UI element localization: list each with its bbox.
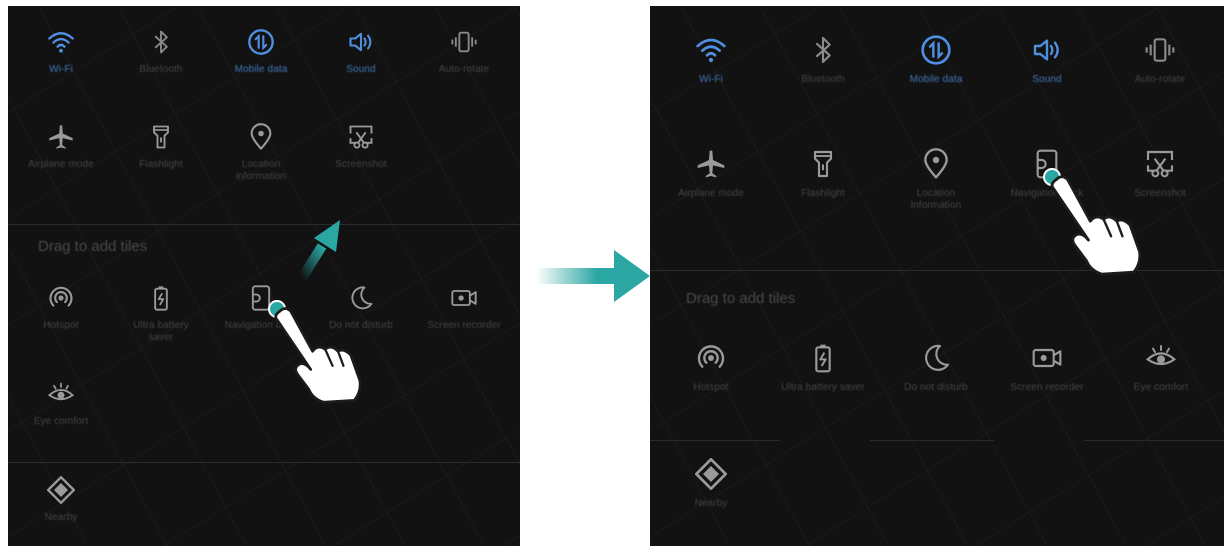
screen-recorder-icon	[1031, 342, 1063, 374]
tile-label: Location information	[910, 188, 962, 211]
tile-screen-recorder[interactable]: Screen recorder	[1007, 342, 1087, 394]
divider	[650, 440, 780, 441]
mobile-data-icon	[247, 28, 275, 56]
tile-label: Wi-Fi	[699, 74, 723, 85]
wifi-icon	[695, 34, 727, 66]
tile-flashlight[interactable]: Flashlight	[126, 123, 196, 171]
tile-label: Mobile data	[909, 74, 963, 85]
hotspot-icon	[695, 342, 727, 374]
tile-auto-rotate[interactable]: Auto-rotate	[426, 28, 502, 76]
divider	[870, 440, 994, 441]
location-icon	[247, 123, 275, 151]
battery-saver-icon	[807, 342, 839, 374]
tile-label: Bluetooth	[801, 74, 845, 85]
tile-label: Auto-rotate	[438, 64, 490, 75]
tile-label: Do not disturb	[904, 382, 968, 393]
tile-location[interactable]: Location information	[891, 148, 981, 212]
moon-icon	[920, 342, 952, 374]
tile-bluetooth[interactable]: Bluetooth	[788, 34, 858, 86]
tile-location[interactable]: Location information	[221, 123, 301, 183]
divider	[8, 462, 520, 463]
bluetooth-icon	[147, 28, 175, 56]
tile-label: Auto-rotate	[1134, 74, 1186, 85]
bluetooth-icon	[807, 34, 839, 66]
hotspot-icon	[47, 284, 75, 312]
section-title: Drag to add tiles	[38, 238, 148, 255]
tile-label: Screen recorder	[427, 320, 501, 331]
mobile-data-icon	[920, 34, 952, 66]
screen-recorder-icon	[450, 284, 478, 312]
divider	[1084, 440, 1224, 441]
tile-ultra-battery-saver[interactable]: Ultra battery saver	[778, 342, 868, 394]
wifi-icon	[47, 28, 75, 56]
tile-label: Hotspot	[693, 382, 729, 393]
hand-pointer-icon	[272, 304, 364, 404]
hand-pointer-icon	[1048, 172, 1144, 276]
tile-nearby[interactable]: Nearby	[26, 476, 96, 524]
screenshot-icon	[1144, 148, 1176, 180]
tile-ultra-battery-saver[interactable]: Ultra battery saver	[121, 284, 201, 344]
tile-eye-comfort[interactable]: Eye comfort	[21, 380, 101, 428]
tile-sound[interactable]: Sound	[1012, 34, 1082, 86]
tile-label: Nearby	[44, 512, 78, 523]
auto-rotate-icon	[450, 28, 478, 56]
tile-bluetooth[interactable]: Bluetooth	[126, 28, 196, 76]
tile-label: Airplane mode	[28, 159, 94, 170]
right-screen: Wi-Fi Bluetooth Mobile data Sound Auto-r…	[650, 6, 1224, 546]
airplane-icon	[695, 148, 727, 180]
drag-up-arrow-icon	[297, 220, 340, 281]
auto-rotate-icon	[1144, 34, 1176, 66]
nearby-icon	[47, 476, 75, 504]
tile-nearby[interactable]: Nearby	[676, 458, 746, 510]
tile-label: Wi-Fi	[49, 64, 73, 75]
tile-wifi[interactable]: Wi-Fi	[26, 28, 96, 76]
tile-label: Airplane mode	[678, 188, 744, 199]
section-title: Drag to add tiles	[686, 290, 796, 307]
tile-label: Hotspot	[43, 320, 79, 331]
location-icon	[920, 148, 952, 180]
flashlight-icon	[147, 123, 175, 151]
tile-sound[interactable]: Sound	[326, 28, 396, 76]
tile-mobile-data[interactable]: Mobile data	[226, 28, 296, 76]
airplane-icon	[47, 123, 75, 151]
nearby-icon	[695, 458, 727, 490]
battery-saver-icon	[147, 284, 175, 312]
eye-icon	[1145, 342, 1177, 374]
tile-label: Sound	[346, 64, 376, 75]
tile-label: Bluetooth	[139, 64, 183, 75]
tile-do-not-disturb[interactable]: Do not disturb	[886, 342, 986, 394]
tile-label: Flashlight	[801, 188, 845, 199]
tile-label: Nearby	[694, 498, 728, 509]
tile-hotspot[interactable]: Hotspot	[676, 342, 746, 394]
tile-airplane-mode[interactable]: Airplane mode	[18, 123, 104, 171]
divider	[8, 224, 520, 225]
tile-screenshot[interactable]: Screenshot	[321, 123, 401, 171]
flashlight-icon	[807, 148, 839, 180]
tile-label: Ultra battery saver	[781, 382, 865, 393]
tile-label: Location information	[235, 159, 287, 182]
tile-label: Mobile data	[234, 64, 288, 75]
eye-icon	[47, 380, 75, 408]
tile-flashlight[interactable]: Flashlight	[783, 148, 863, 200]
tile-wifi[interactable]: Wi-Fi	[676, 34, 746, 86]
sound-icon	[347, 28, 375, 56]
screenshot-icon	[347, 123, 375, 151]
sound-icon	[1031, 34, 1063, 66]
tile-label: Screenshot	[335, 159, 387, 170]
tile-airplane-mode[interactable]: Airplane mode	[664, 148, 758, 200]
tile-label: Ultra battery saver	[133, 320, 189, 343]
tile-eye-comfort[interactable]: Eye comfort	[1116, 342, 1206, 394]
tile-label: Eye comfort	[1133, 382, 1189, 393]
tile-hotspot[interactable]: Hotspot	[26, 284, 96, 332]
transition-arrow-icon	[536, 250, 650, 302]
tile-auto-rotate[interactable]: Auto-rotate	[1120, 34, 1200, 86]
tile-label: Eye comfort	[33, 416, 89, 427]
left-screen: Wi-Fi Bluetooth Mobile data Sound Auto-r…	[8, 6, 520, 546]
tile-mobile-data[interactable]: Mobile data	[896, 34, 976, 86]
tile-label: Sound	[1032, 74, 1062, 85]
tile-screen-recorder[interactable]: Screen recorder	[426, 284, 502, 332]
tile-label: Screen recorder	[1010, 382, 1084, 393]
tile-label: Flashlight	[139, 159, 183, 170]
